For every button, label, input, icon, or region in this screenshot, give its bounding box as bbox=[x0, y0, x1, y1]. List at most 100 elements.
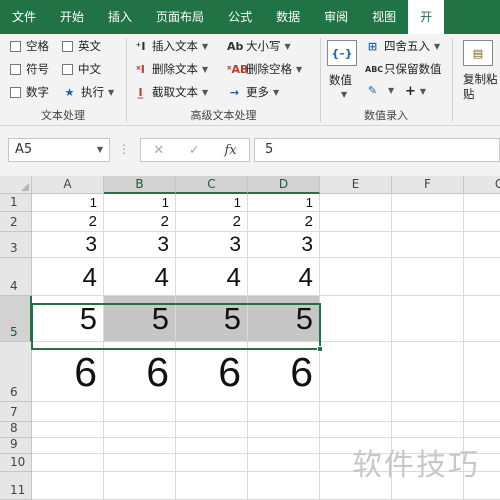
cell-d3[interactable]: 3 bbox=[248, 232, 320, 258]
cell-b3[interactable]: 3 bbox=[104, 232, 176, 258]
more-button[interactable]: → 更多 ▼ bbox=[227, 84, 279, 100]
tab-file[interactable]: 文件 bbox=[0, 0, 48, 34]
cell-c2[interactable]: 2 bbox=[176, 212, 248, 232]
cell-e4[interactable] bbox=[320, 258, 392, 296]
cell-d11[interactable] bbox=[248, 472, 320, 500]
cell-e1[interactable] bbox=[320, 194, 392, 212]
checkbox-icon[interactable] bbox=[10, 40, 21, 52]
execute-button[interactable]: ★ 执行 ▼ bbox=[62, 84, 115, 100]
copy-paste-button[interactable]: 复制粘 贴 bbox=[463, 72, 498, 102]
cell-f8[interactable] bbox=[392, 422, 464, 438]
cell-c8[interactable] bbox=[176, 422, 248, 438]
fill-handle[interactable] bbox=[317, 346, 323, 352]
cell-a10[interactable] bbox=[32, 454, 104, 472]
cell-b7[interactable] bbox=[104, 402, 176, 422]
cell-g7[interactable] bbox=[464, 402, 500, 422]
tab-data[interactable]: 数据 bbox=[264, 0, 312, 34]
plus-button[interactable]: + ▼ bbox=[405, 84, 426, 99]
cell-f5[interactable] bbox=[392, 296, 464, 342]
cell-g8[interactable] bbox=[464, 422, 500, 438]
cell-a1[interactable]: 1 bbox=[32, 194, 104, 212]
row-header-9[interactable]: 9 bbox=[0, 437, 32, 454]
cell-g1[interactable] bbox=[464, 194, 500, 212]
tab-formulas[interactable]: 公式 bbox=[216, 0, 264, 34]
row-header-5[interactable]: 5 bbox=[0, 296, 32, 342]
cell-f3[interactable] bbox=[392, 232, 464, 258]
cell-a3[interactable]: 3 bbox=[32, 232, 104, 258]
cell-e7[interactable] bbox=[320, 402, 392, 422]
row-header-2[interactable]: 2 bbox=[0, 212, 32, 232]
cell-f4[interactable] bbox=[392, 258, 464, 296]
cell-b8[interactable] bbox=[104, 422, 176, 438]
cell-d10[interactable] bbox=[248, 454, 320, 472]
insert-text-button[interactable]: ⁺I 插入文本 ▼ bbox=[133, 38, 209, 54]
number-dropdown[interactable]: ▼ bbox=[337, 90, 347, 99]
checkbox-icon[interactable] bbox=[10, 63, 21, 75]
cell-c9[interactable] bbox=[176, 438, 248, 454]
checkbox-english[interactable]: 英文 bbox=[62, 38, 101, 54]
cell-g6[interactable] bbox=[464, 342, 500, 402]
cell-f1[interactable] bbox=[392, 194, 464, 212]
cell-g3[interactable] bbox=[464, 232, 500, 258]
column-header-a[interactable]: A bbox=[32, 176, 104, 194]
row-header-6[interactable]: 6 bbox=[0, 342, 32, 402]
tab-page-layout[interactable]: 页面布局 bbox=[144, 0, 216, 34]
cell-e2[interactable] bbox=[320, 212, 392, 232]
cell-a7[interactable] bbox=[32, 402, 104, 422]
cell-d9[interactable] bbox=[248, 438, 320, 454]
row-header-3[interactable]: 3 bbox=[0, 232, 32, 258]
cell-f6[interactable] bbox=[392, 342, 464, 402]
column-header-e[interactable]: E bbox=[320, 176, 392, 194]
row-header-7[interactable]: 7 bbox=[0, 402, 32, 422]
cell-b2[interactable]: 2 bbox=[104, 212, 176, 232]
cell-a9[interactable] bbox=[32, 438, 104, 454]
cell-g5[interactable] bbox=[464, 296, 500, 342]
checkbox-number[interactable]: 数字 bbox=[10, 84, 49, 100]
formula-input[interactable]: 5 bbox=[254, 138, 500, 162]
row-header-11[interactable]: 11 bbox=[0, 472, 32, 500]
cell-e6[interactable] bbox=[320, 342, 392, 402]
row-header-8[interactable]: 8 bbox=[0, 421, 32, 438]
tab-view[interactable]: 视图 bbox=[360, 0, 408, 34]
cell-d1[interactable]: 1 bbox=[248, 194, 320, 212]
drag-handle-icon[interactable]: ⋮ bbox=[118, 142, 130, 156]
cell-g2[interactable] bbox=[464, 212, 500, 232]
cell-b1[interactable]: 1 bbox=[104, 194, 176, 212]
extract-text-button[interactable]: I̲ 截取文本 ▼ bbox=[133, 84, 208, 100]
cell-d5[interactable]: 5 bbox=[248, 296, 320, 342]
tab-insert[interactable]: 插入 bbox=[96, 0, 144, 34]
chevron-down-icon[interactable]: ▼ bbox=[97, 139, 103, 161]
keep-values-button[interactable]: ABC 只保留数值 bbox=[365, 61, 442, 77]
row-header-10[interactable]: 10 bbox=[0, 454, 32, 472]
tab-review[interactable]: 审阅 bbox=[312, 0, 360, 34]
cell-b11[interactable] bbox=[104, 472, 176, 500]
clipboard-icon[interactable]: ▤ bbox=[463, 40, 493, 66]
cell-a2[interactable]: 2 bbox=[32, 212, 104, 232]
cell-d6[interactable]: 6 bbox=[248, 342, 320, 402]
insert-function-icon[interactable]: fx bbox=[224, 143, 236, 158]
number-icon[interactable]: {–} bbox=[327, 40, 357, 66]
checkbox-space[interactable]: 空格 bbox=[10, 38, 49, 54]
cell-c1[interactable]: 1 bbox=[176, 194, 248, 212]
checkbox-chinese[interactable]: 中文 bbox=[62, 61, 101, 77]
column-header-b[interactable]: B bbox=[104, 176, 176, 194]
number-button[interactable]: 数值 bbox=[329, 72, 352, 88]
cell-d4[interactable]: 4 bbox=[248, 258, 320, 296]
cell-a4[interactable]: 4 bbox=[32, 258, 104, 296]
column-header-d[interactable]: D bbox=[248, 176, 320, 194]
cell-e5[interactable] bbox=[320, 296, 392, 342]
checkbox-icon[interactable] bbox=[10, 86, 21, 98]
cell-b9[interactable] bbox=[104, 438, 176, 454]
cell-d2[interactable]: 2 bbox=[248, 212, 320, 232]
case-button[interactable]: Ab 大小写 ▼ bbox=[227, 38, 291, 54]
checkbox-icon[interactable] bbox=[62, 63, 73, 75]
cell-c10[interactable] bbox=[176, 454, 248, 472]
checkbox-icon[interactable] bbox=[62, 40, 73, 52]
cell-c7[interactable] bbox=[176, 402, 248, 422]
cancel-icon[interactable]: ✕ bbox=[153, 143, 164, 158]
cell-c5[interactable]: 5 bbox=[176, 296, 248, 342]
cell-d8[interactable] bbox=[248, 422, 320, 438]
column-header-c[interactable]: C bbox=[176, 176, 248, 194]
cell-c3[interactable]: 3 bbox=[176, 232, 248, 258]
cell-b4[interactable]: 4 bbox=[104, 258, 176, 296]
